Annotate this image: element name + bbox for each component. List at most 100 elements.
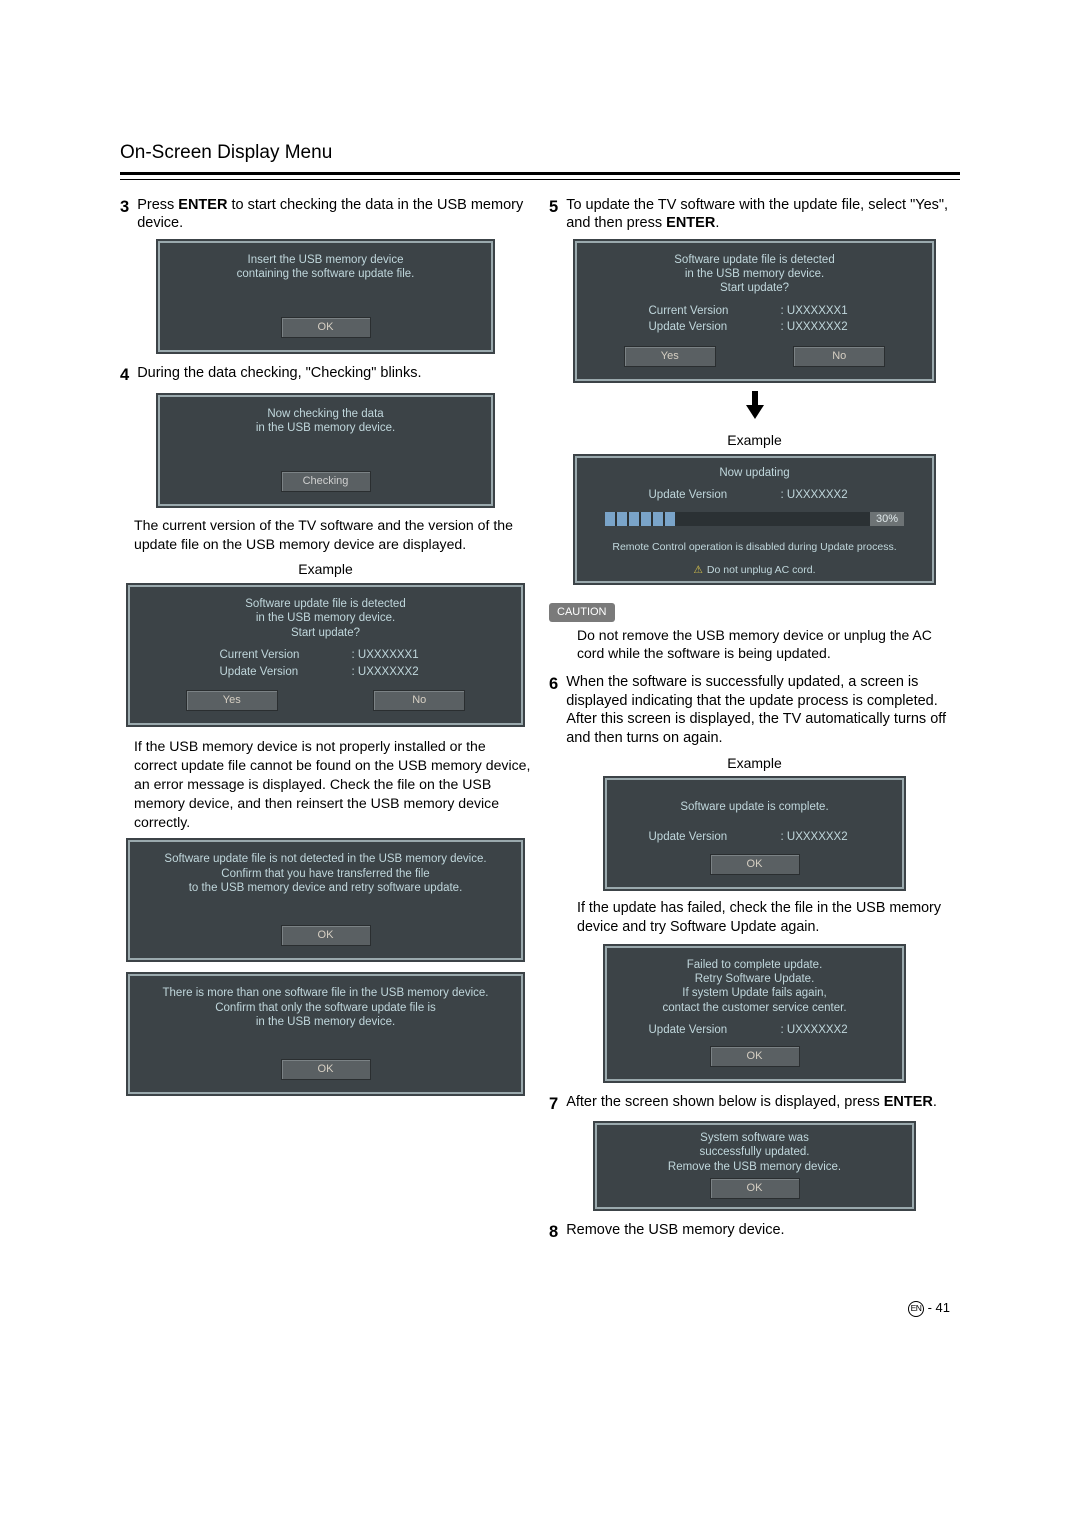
text: When the software is successfully update…	[566, 674, 938, 709]
dialog-line: Failed to complete update.	[615, 958, 894, 972]
text: Do not unplug AC cord.	[707, 564, 816, 576]
step-text: During the data checking, "Checking" bli…	[137, 364, 421, 386]
lang-badge: EN	[908, 1301, 924, 1317]
dialog-start-update: Software update file is detected in the …	[573, 239, 936, 383]
text: .	[933, 1094, 937, 1110]
checking-label: Checking	[281, 471, 371, 492]
warning-line: Remote Control operation is disabled dur…	[577, 536, 932, 558]
dash: -	[924, 1300, 936, 1315]
caution-badge: CAUTION	[549, 603, 615, 622]
warning-icon: ⚠	[694, 564, 703, 576]
no-button[interactable]: No	[373, 690, 465, 711]
example-label: Example	[549, 431, 960, 450]
dialog-line: Confirm that you have transferred the fi…	[138, 867, 513, 881]
progress-bar: 30%	[605, 512, 904, 527]
paragraph: The current version of the TV software a…	[134, 516, 531, 554]
step-text: Press ENTER to start checking the data i…	[137, 196, 531, 233]
update-version-label: Update Version	[649, 320, 769, 336]
dialog-not-detected: Software update file is not detected in …	[126, 838, 525, 962]
update-version-label: Update Version	[649, 488, 769, 504]
dialog-line: If system Update fails again,	[615, 986, 894, 1000]
step-number: 5	[549, 196, 558, 233]
num: 41	[936, 1300, 950, 1315]
dialog-line: Software update file is detected	[585, 253, 924, 267]
dialog-line: containing the software update file.	[168, 267, 483, 281]
ok-button[interactable]: OK	[710, 1046, 800, 1067]
step-text: After the screen shown below is displaye…	[566, 1093, 937, 1115]
dialog-title: Now updating	[585, 466, 924, 480]
dialog-line: in the USB memory device.	[168, 421, 483, 435]
current-version-label: Current Version	[649, 304, 769, 320]
step-3: 3 Press ENTER to start checking the data…	[120, 196, 531, 233]
update-version-label: Update Version	[649, 1023, 769, 1039]
rule-thick	[120, 172, 960, 175]
dialog-line: Software update file is not detected in …	[138, 852, 513, 866]
step-4: 4 During the data checking, "Checking" b…	[120, 364, 531, 386]
update-version-label: Update Version	[649, 830, 769, 846]
dialog-line: Software update file is detected	[138, 597, 513, 611]
update-version-value: : UXXXXXX2	[781, 1023, 861, 1039]
yes-button[interactable]: Yes	[624, 346, 716, 367]
text: Press	[137, 197, 178, 213]
update-version-label: Update Version	[220, 665, 340, 681]
key-enter: ENTER	[666, 215, 715, 231]
dialog-line: Start update?	[585, 281, 924, 295]
dialog-line: Start update?	[138, 626, 513, 640]
step-8: 8 Remove the USB memory device.	[549, 1221, 960, 1243]
dialog-update-complete: Software update is complete. Update Vers…	[603, 776, 906, 891]
caution-text: Do not remove the USB memory device or u…	[577, 626, 960, 664]
ok-button[interactable]: OK	[710, 1178, 800, 1199]
dialog-line: to the USB memory device and retry softw…	[138, 881, 513, 895]
update-version-value: : UXXXXXX2	[352, 665, 432, 681]
dialog-start-update: Software update file is detected in the …	[126, 583, 525, 727]
dialog-update-failed: Failed to complete update. Retry Softwar…	[603, 944, 906, 1083]
arrow-down-icon	[549, 391, 960, 425]
step-text: To update the TV software with the updat…	[566, 196, 960, 233]
key-enter: ENTER	[178, 197, 227, 213]
current-version-value: : UXXXXXX1	[781, 304, 861, 320]
example-label: Example	[549, 754, 960, 773]
page-title: On-Screen Display Menu	[120, 140, 960, 166]
dialog-line: contact the customer service center.	[615, 1001, 894, 1015]
step-text: Remove the USB memory device.	[566, 1221, 784, 1243]
step-number: 7	[549, 1093, 558, 1115]
step-6: 6 When the software is successfully upda…	[549, 673, 960, 747]
text: After this screen is displayed, the TV a…	[566, 711, 946, 746]
dialog-multiple-files: There is more than one software file in …	[126, 972, 525, 1096]
text: After the screen shown below is displaye…	[566, 1094, 884, 1110]
dialog-line: Insert the USB memory device	[168, 253, 483, 267]
dialog-line: in the USB memory device.	[585, 267, 924, 281]
dialog-line: Remove the USB memory device.	[605, 1160, 904, 1174]
dialog-line: in the USB memory device.	[138, 611, 513, 625]
dialog-line: in the USB memory device.	[138, 1015, 513, 1029]
step-7: 7 After the screen shown below is displa…	[549, 1093, 960, 1115]
rule-thin	[120, 179, 960, 180]
dialog-checking: Now checking the data in the USB memory …	[156, 393, 495, 509]
ok-button[interactable]: OK	[281, 1059, 371, 1080]
ok-button[interactable]: OK	[281, 317, 371, 338]
left-column: 3 Press ENTER to start checking the data…	[120, 196, 531, 1249]
progress-percent: 30%	[870, 512, 904, 527]
step-number: 4	[120, 364, 129, 386]
no-button[interactable]: No	[793, 346, 885, 367]
update-version-value: : UXXXXXX2	[781, 488, 861, 504]
current-version-value: : UXXXXXX1	[352, 648, 432, 664]
step-text: When the software is successfully update…	[566, 673, 960, 747]
paragraph: If the update has failed, check the ﬁle …	[577, 899, 960, 938]
current-version-label: Current Version	[220, 648, 340, 664]
dialog-now-updating: Now updating Update Version : UXXXXXX2	[573, 454, 936, 585]
update-version-value: : UXXXXXX2	[781, 830, 861, 846]
dialog-line: Software update is complete.	[615, 800, 894, 814]
step-5: 5 To update the TV software with the upd…	[549, 196, 960, 233]
warning-line: ⚠ Do not unplug AC cord.	[577, 559, 932, 581]
ok-button[interactable]: OK	[281, 925, 371, 946]
page-number: EN - 41	[120, 1299, 960, 1317]
example-label: Example	[120, 560, 531, 579]
dialog-line: Now checking the data	[168, 407, 483, 421]
ok-button[interactable]: OK	[710, 854, 800, 875]
dialog-line: There is more than one software file in …	[138, 986, 513, 1000]
yes-button[interactable]: Yes	[186, 690, 278, 711]
step-number: 8	[549, 1221, 558, 1243]
dialog-line: successfully updated.	[605, 1145, 904, 1159]
dialog-insert-usb: Insert the USB memory device containing …	[156, 239, 495, 355]
